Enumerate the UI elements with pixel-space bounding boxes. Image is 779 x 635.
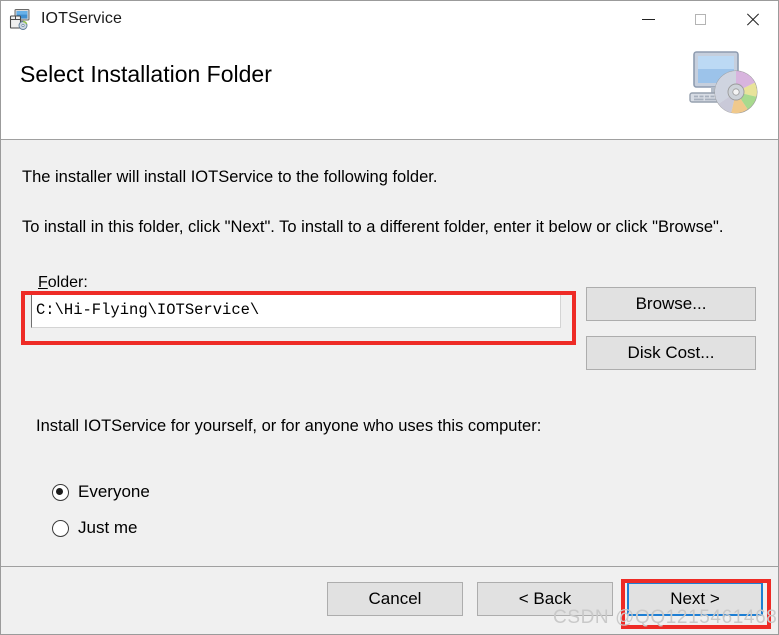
intro-text-line2: To install in this folder, click "Next".… xyxy=(22,218,724,236)
cancel-button[interactable]: Cancel xyxy=(327,582,463,616)
next-button[interactable]: Next > xyxy=(627,582,763,616)
radio-option-everyone[interactable]: Everyone xyxy=(52,482,150,502)
install-scope-prompt: Install IOTService for yourself, or for … xyxy=(36,417,542,435)
footer-button-bar: Cancel < Back Next > xyxy=(1,567,778,633)
disk-cost-button[interactable]: Disk Cost... xyxy=(586,336,756,370)
window-title: IOTService xyxy=(41,10,123,27)
caption-button-group xyxy=(622,1,778,37)
radio-just-me-label: Just me xyxy=(78,518,138,537)
maximize-icon xyxy=(694,13,706,25)
radio-just-me-icon xyxy=(52,519,69,537)
close-button[interactable] xyxy=(726,1,778,37)
page-title: Select Installation Folder xyxy=(20,61,272,87)
radio-option-just-me[interactable]: Just me xyxy=(52,518,138,538)
radio-everyone-icon xyxy=(52,483,69,501)
intro-text-line1: The installer will install IOTService to… xyxy=(22,168,438,186)
content-area: The installer will install IOTService to… xyxy=(1,140,778,567)
folder-label-rest: older: xyxy=(47,274,88,291)
folder-path-input[interactable] xyxy=(31,292,561,328)
minimize-icon xyxy=(641,18,655,20)
browse-button[interactable]: Browse... xyxy=(586,287,756,321)
folder-label: Folder: xyxy=(38,274,88,292)
back-button[interactable]: < Back xyxy=(477,582,613,616)
close-icon xyxy=(745,12,760,27)
computer-disc-icon xyxy=(684,44,764,124)
title-bar: IOTService xyxy=(1,1,778,37)
minimize-button[interactable] xyxy=(622,1,674,37)
radio-everyone-label: Everyone xyxy=(78,482,150,501)
installer-window: IOTService Select Installation Folder Th… xyxy=(0,0,779,635)
banner-header: Select Installation Folder xyxy=(1,37,778,140)
folder-label-accesskey: F xyxy=(38,274,48,291)
installer-package-icon xyxy=(9,7,33,31)
maximize-button[interactable] xyxy=(674,1,726,37)
